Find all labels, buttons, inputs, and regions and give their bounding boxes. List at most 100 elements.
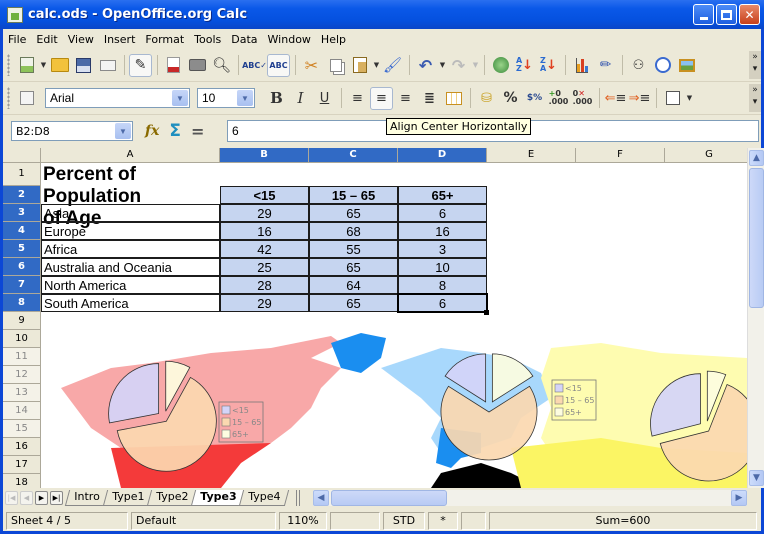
sort-descending-button[interactable]: Z A ↓ [537,54,560,77]
name-box[interactable]: B2:D8 ▼ [11,121,133,141]
paste-dropdown-arrow[interactable]: ▼ [372,61,381,69]
sort-ascending-button[interactable]: A Z ↓ [513,54,536,77]
value-cell[interactable]: 25 [220,258,309,276]
menu-help[interactable]: Help [316,33,351,46]
column-header-g[interactable]: G [665,148,747,163]
column-header-f[interactable]: F [576,148,665,163]
row-header[interactable]: 14 [3,402,41,420]
redo-button[interactable]: ↷ [447,54,470,77]
scroll-down-button[interactable]: ▼ [749,470,764,486]
vertical-scroll-thumb[interactable] [749,168,764,308]
new-document-button[interactable] [15,54,38,77]
column-header-e[interactable]: E [487,148,576,163]
borders-dropdown-arrow[interactable]: ▼ [685,94,694,102]
row-header[interactable]: 6 [3,258,41,276]
row-header[interactable]: 10 [3,330,41,348]
scroll-right-button[interactable]: ▶ [731,490,747,506]
cell-a2[interactable] [41,186,220,204]
value-cell[interactable]: 28 [220,276,309,294]
maximize-button[interactable] [716,4,737,25]
column-label-cell[interactable]: <15 [220,186,309,204]
copy-button[interactable] [324,54,347,77]
row-header[interactable]: 16 [3,438,41,456]
column-label-cell[interactable]: 65+ [398,186,487,204]
status-signature[interactable] [461,512,486,530]
font-size-select[interactable]: 10 ▼ [197,88,255,108]
row-header[interactable]: 4 [3,222,41,240]
chevron-down-icon[interactable]: ▼ [115,123,131,139]
value-cell[interactable]: 8 [398,276,487,294]
previous-sheet-button[interactable]: ◀ [20,491,33,505]
menu-view[interactable]: View [63,33,99,46]
autospellcheck-button[interactable]: ABC [267,53,290,77]
redo-dropdown-arrow[interactable]: ▼ [471,61,480,69]
delete-decimal-button[interactable]: 0✕ .000 [571,87,594,110]
currency-button[interactable]: ⛁ [475,87,498,110]
row-header[interactable]: 5 [3,240,41,258]
find-replace-button[interactable]: ⚇ [627,54,650,77]
justify-button[interactable]: ≣ [418,87,441,110]
row-header[interactable]: 9 [3,312,41,330]
row-header[interactable]: 8 [3,294,41,312]
value-cell[interactable]: 10 [398,258,487,276]
row-header[interactable]: 2 [3,186,41,204]
row-header[interactable]: 18 [3,474,41,488]
menu-file[interactable]: File [3,33,31,46]
status-zoom[interactable]: 110% [279,512,327,530]
fill-handle[interactable] [484,310,489,315]
sheet-tab-type2[interactable]: Type2 [146,490,198,506]
bold-button[interactable]: B [265,87,288,110]
align-center-button[interactable]: ≡ [370,86,393,110]
spreadsheet-grid[interactable]: A B C D E F G 1 2 3 4 5 6 7 8 9 10 11 12… [3,148,747,488]
value-cell[interactable]: 16 [220,222,309,240]
menu-data[interactable]: Data [226,33,262,46]
sum-icon[interactable]: Σ [169,121,181,141]
toolbar-grip[interactable] [7,54,10,76]
column-header-b[interactable]: B [220,148,309,163]
horizontal-scrollbar[interactable]: ◀ ▶ [313,490,747,506]
undo-button[interactable]: ↶ [414,54,437,77]
paste-button[interactable] [348,54,371,77]
value-cell[interactable]: 16 [398,222,487,240]
undo-dropdown-arrow[interactable]: ▼ [438,61,447,69]
edit-file-button[interactable]: ✎ [129,53,152,77]
sheet-tab-type3[interactable]: Type3 [190,490,246,506]
row-header[interactable]: 3 [3,204,41,222]
row-header[interactable]: 13 [3,384,41,402]
status-selection-mode[interactable]: STD [383,512,425,530]
first-sheet-button[interactable]: |◀ [5,491,18,505]
menu-edit[interactable]: Edit [31,33,62,46]
cut-button[interactable]: ✂ [300,54,323,77]
save-button[interactable] [72,54,95,77]
active-cell[interactable]: 6 [397,293,488,313]
status-page-style[interactable]: Default [131,512,276,530]
value-cell[interactable]: 42 [220,240,309,258]
region-cell[interactable]: North America [41,276,220,294]
vertical-scrollbar[interactable]: ▲ ▼ [747,148,764,488]
row-header[interactable]: 11 [3,348,41,366]
next-sheet-button[interactable]: ▶ [35,491,48,505]
function-equals-icon[interactable]: = [191,122,204,141]
toolbar-overflow-button[interactable]: » ▾ [749,51,761,79]
menu-format[interactable]: Format [140,33,189,46]
column-header-a[interactable]: A [41,148,220,163]
align-left-button[interactable]: ≡ [346,87,369,110]
chevron-down-icon[interactable]: ▼ [237,90,253,106]
hyperlink-button[interactable] [489,54,512,77]
toolbar-overflow-button[interactable]: » ▾ [749,84,761,112]
region-cell[interactable]: South America [41,294,220,312]
value-cell[interactable]: 64 [309,276,398,294]
last-sheet-button[interactable]: ▶| [50,491,63,505]
export-pdf-button[interactable] [162,54,185,77]
status-sum[interactable]: Sum=600 [489,512,757,530]
value-cell[interactable]: 55 [309,240,398,258]
menu-window[interactable]: Window [263,33,316,46]
email-button[interactable] [96,54,119,77]
merge-cells-button[interactable] [442,87,465,110]
column-header-d[interactable]: D [398,148,487,163]
column-label-cell[interactable]: 15 – 65 [309,186,398,204]
styles-button[interactable] [15,87,38,110]
sheet-tab-type1[interactable]: Type1 [102,490,153,506]
value-cell[interactable]: 3 [398,240,487,258]
value-cell[interactable]: 65 [309,204,398,222]
